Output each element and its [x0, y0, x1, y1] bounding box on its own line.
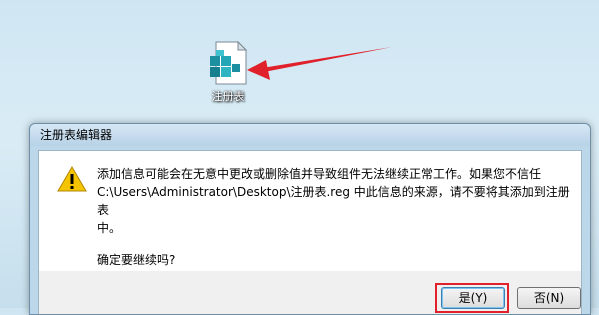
desktop-icon-label: 注册表	[211, 90, 245, 103]
dialog-content: 添加信息可能会在无意中更改或删除值并导致组件无法继续正常工作。如果您不信任 C:…	[38, 150, 582, 272]
confirm-question: 确定要继续吗?	[97, 253, 176, 267]
registry-editor-dialog: 注册表编辑器 添加信息可能会在无意中更改或删除值并导致组件无法继续正常工作。如果…	[29, 123, 591, 315]
message-line-1: 添加信息可能会在无意中更改或删除值并导致组件无法继续正常工作。如果您不信任	[97, 167, 542, 181]
dialog-message: 添加信息可能会在无意中更改或删除值并导致组件无法继续正常工作。如果您不信任 C:…	[97, 165, 577, 269]
yes-button[interactable]: 是(Y)	[441, 287, 505, 309]
reg-file-desktop-icon[interactable]: 注册表	[196, 40, 260, 104]
message-line-3: 中。	[97, 221, 122, 235]
message-line-2: C:\Users\Administrator\Desktop\注册表.reg 中…	[97, 185, 570, 217]
no-button[interactable]: 否(N)	[517, 287, 581, 309]
warning-icon	[57, 166, 87, 192]
dialog-title: 注册表编辑器	[30, 124, 590, 146]
registry-file-icon	[210, 40, 248, 85]
